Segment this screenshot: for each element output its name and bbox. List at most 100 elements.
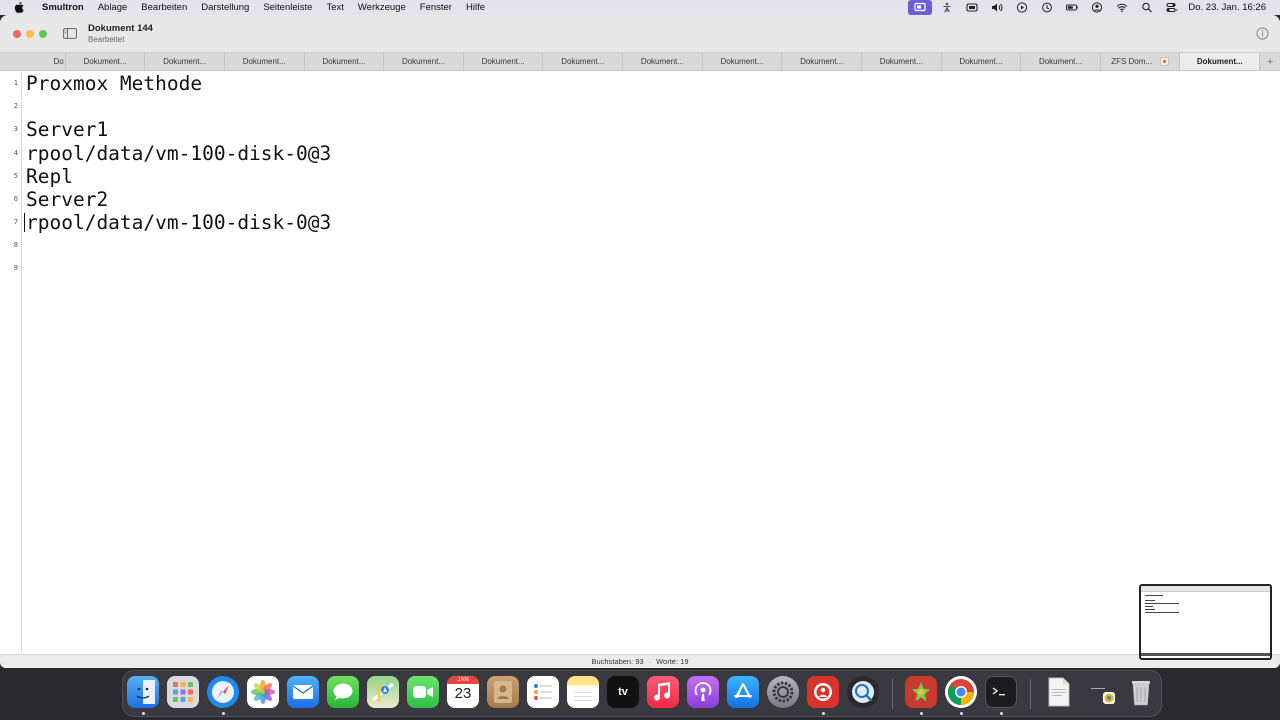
running-indicator xyxy=(1000,712,1003,715)
time-machine-icon[interactable] xyxy=(1034,0,1059,15)
title-bar: Dokument 144 Bearbeitet xyxy=(0,15,1280,52)
running-indicator xyxy=(920,712,923,715)
editor-line[interactable]: Server2 xyxy=(26,188,108,211)
menu-app-name[interactable]: Smultron xyxy=(35,0,91,15)
menu-werkzeuge[interactable]: Werkzeuge xyxy=(351,0,413,15)
editor-line[interactable]: rpool/data/vm-100-disk-0@3 xyxy=(26,142,331,165)
tab-document[interactable]: Dokument... xyxy=(1021,53,1101,70)
tab-document[interactable]: Dokument... xyxy=(703,53,783,70)
maps-icon[interactable] xyxy=(367,676,399,708)
app-store-icon[interactable] xyxy=(727,676,759,708)
menu-text[interactable]: Text xyxy=(319,0,350,15)
tab-document-active[interactable]: Dokument... xyxy=(1180,53,1261,70)
facetime-icon[interactable] xyxy=(407,676,439,708)
wifi-icon[interactable] xyxy=(1109,0,1134,15)
tab-document[interactable]: Dokument... xyxy=(862,53,942,70)
trash-icon[interactable] xyxy=(1125,676,1157,708)
dock-separator xyxy=(892,679,893,709)
tab-document[interactable]: Do xyxy=(0,53,66,70)
mail-icon[interactable] xyxy=(287,676,319,708)
window-controls xyxy=(13,29,47,38)
editor-line[interactable]: Repl xyxy=(26,165,73,188)
apple-icon[interactable] xyxy=(13,2,25,13)
tv-label: tv xyxy=(618,686,628,698)
running-indicator xyxy=(222,712,225,715)
dock: JAN 23 tv xyxy=(122,670,1162,717)
thumbnail-line xyxy=(1145,609,1155,610)
messages-icon[interactable] xyxy=(327,676,359,708)
tab-document[interactable]: Dokument... xyxy=(543,53,624,70)
close-button[interactable] xyxy=(13,29,21,38)
document-icon[interactable] xyxy=(1043,676,1075,708)
menu-fenster[interactable]: Fenster xyxy=(413,0,459,15)
safari-icon[interactable] xyxy=(207,676,239,708)
app-red-icon[interactable] xyxy=(807,676,839,708)
app-star-icon[interactable] xyxy=(905,676,937,708)
system-settings-icon[interactable] xyxy=(767,676,799,708)
volume-icon[interactable] xyxy=(984,0,1009,15)
battery-icon[interactable] xyxy=(1059,0,1084,15)
user-icon[interactable] xyxy=(1084,0,1109,15)
menu-clock[interactable]: Do. 23. Jan. 16:26 xyxy=(1184,2,1280,13)
apple-tv-icon[interactable]: tv xyxy=(607,676,639,708)
tab-document[interactable]: Dokument... xyxy=(66,53,146,70)
menu-hilfe[interactable]: Hilfe xyxy=(459,0,492,15)
screen-share-icon[interactable] xyxy=(908,0,933,15)
editor-line[interactable]: rpool/data/vm-100-disk-0@3 xyxy=(26,211,331,234)
add-tab-button[interactable]: + xyxy=(1260,53,1280,70)
editor-window: Dokument 144 Bearbeitet Do Dokument... D… xyxy=(0,15,1280,668)
tab-document[interactable]: Dokument... xyxy=(225,53,305,70)
downloads-icon[interactable] xyxy=(1087,676,1119,708)
tab-document[interactable]: Dokument... xyxy=(942,53,1022,70)
tab-document[interactable]: Dokument... xyxy=(623,53,703,70)
info-icon[interactable] xyxy=(1256,27,1269,40)
tab-label: ZFS Dom... xyxy=(1111,57,1153,66)
editor-line[interactable]: Server1 xyxy=(26,118,108,141)
control-center-icon[interactable] xyxy=(1159,0,1184,15)
spotlight-icon[interactable] xyxy=(1134,0,1159,15)
accessibility-icon[interactable] xyxy=(934,0,959,15)
word-count: Worte: 19 xyxy=(656,657,689,666)
tab-document[interactable]: Dokument... xyxy=(782,53,862,70)
reminders-icon[interactable] xyxy=(527,676,559,708)
menu-bearbeiten[interactable]: Bearbeiten xyxy=(134,0,194,15)
menu-ablage[interactable]: Ablage xyxy=(91,0,135,15)
app-search-icon[interactable] xyxy=(847,676,879,708)
char-count: Buchstaben: 93 xyxy=(591,657,644,666)
tab-document[interactable]: Dokument... xyxy=(145,53,225,70)
sidebar-toggle-icon[interactable] xyxy=(62,28,78,40)
line-number-gutter: 1 2 3 4 5 6 7 8 9 xyxy=(0,72,22,654)
zoom-button[interactable] xyxy=(39,29,47,38)
running-indicator xyxy=(822,712,825,715)
contacts-icon[interactable] xyxy=(487,676,519,708)
calendar-icon[interactable]: JAN 23 xyxy=(447,676,479,708)
status-menu: Do. 23. Jan. 16:26 xyxy=(908,0,1280,15)
text-editor[interactable]: 1 2 3 4 5 6 7 8 9 Proxmox Methode Server… xyxy=(0,72,1280,654)
running-indicator xyxy=(960,712,963,715)
minimize-button[interactable] xyxy=(26,29,34,38)
editor-line[interactable]: Proxmox Methode xyxy=(26,72,202,95)
screenshot-thumbnail[interactable] xyxy=(1139,584,1272,660)
chrome-icon[interactable] xyxy=(945,676,977,708)
podcasts-icon[interactable] xyxy=(687,676,719,708)
line-number: 4 xyxy=(13,149,18,157)
tab-document[interactable]: Dokument... xyxy=(384,53,464,70)
status-separator: · xyxy=(648,657,652,666)
status-bar: Buchstaben: 93 · Worte: 19 xyxy=(0,654,1280,668)
play-icon[interactable] xyxy=(1009,0,1034,15)
menu-darstellung[interactable]: Darstellung xyxy=(194,0,256,15)
tab-zfs-document[interactable]: ZFS Dom... xyxy=(1101,53,1181,70)
menu-seitenleiste[interactable]: Seitenleiste xyxy=(256,0,319,15)
launchpad-icon[interactable] xyxy=(167,676,199,708)
music-icon[interactable] xyxy=(647,676,679,708)
calendar-month: JAN xyxy=(447,676,479,684)
tab-document[interactable]: Dokument... xyxy=(305,53,385,70)
notes-icon[interactable] xyxy=(567,676,599,708)
window-subtitle: Bearbeitet xyxy=(88,34,125,44)
window-icon[interactable] xyxy=(959,0,984,15)
finder-icon[interactable] xyxy=(127,676,159,708)
terminal-icon[interactable] xyxy=(985,676,1017,708)
thumbnail-line xyxy=(1145,595,1163,596)
tab-document[interactable]: Dokument... xyxy=(464,53,544,70)
photos-icon[interactable] xyxy=(247,676,279,708)
